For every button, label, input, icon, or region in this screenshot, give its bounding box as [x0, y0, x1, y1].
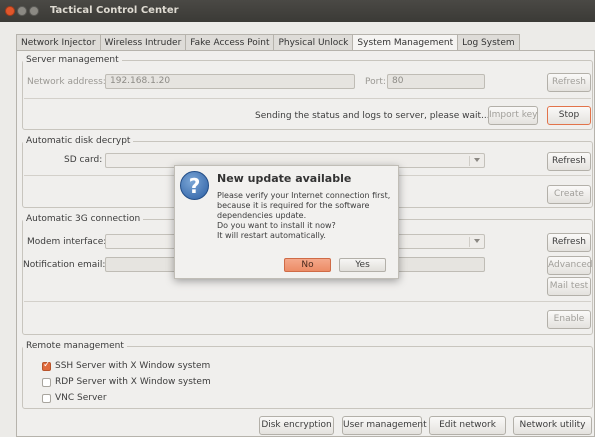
dialog-line: Do you want to install it now?: [217, 221, 336, 230]
maximize-window-icon[interactable]: [29, 6, 39, 16]
advanced-button[interactable]: Advanced: [547, 256, 592, 275]
enable-button[interactable]: Enable: [547, 310, 591, 329]
port-input[interactable]: 80: [387, 74, 485, 89]
remote-management-legend: Remote management: [26, 341, 124, 351]
ssh-server-checkbox[interactable]: [42, 360, 51, 371]
chevron-down-icon: [474, 239, 480, 243]
server-management-legend: Server management: [26, 55, 119, 65]
update-dialog: ? New update available Please verify you…: [174, 165, 399, 279]
dialog-line: because it is required for the software: [217, 201, 370, 210]
create-button[interactable]: Create: [547, 185, 591, 204]
divider: [24, 98, 591, 99]
tab-bar: Network Injector Wireless Intruder Fake …: [16, 34, 520, 52]
no-button[interactable]: No: [284, 258, 331, 272]
disk-encryption-button[interactable]: Disk encryption: [259, 416, 334, 435]
disk-decrypt-legend: Automatic disk decrypt: [26, 136, 131, 146]
minimize-window-icon[interactable]: [17, 6, 27, 16]
tab-network-injector[interactable]: Network Injector: [16, 34, 101, 51]
edit-network-button[interactable]: Edit network: [429, 416, 506, 435]
divider: [24, 301, 591, 302]
chevron-down-icon: [474, 158, 480, 162]
dialog-message: Please verify your Internet connection f…: [217, 191, 395, 241]
tab-wireless-intruder[interactable]: Wireless Intruder: [99, 34, 187, 51]
mail-test-button[interactable]: Mail test: [547, 277, 591, 296]
notification-email-label: Notification email:: [23, 260, 106, 270]
3g-connection-legend: Automatic 3G connection: [26, 214, 141, 224]
close-window-icon[interactable]: [5, 6, 15, 16]
dialog-title: New update available: [217, 172, 352, 185]
dialog-line: Please verify your Internet connection f…: [217, 191, 391, 200]
question-icon: ?: [180, 171, 209, 200]
network-address-label: Network address:: [27, 77, 106, 87]
modem-interface-label: Modem interface:: [27, 237, 107, 247]
dialog-line: It will restart automatically.: [217, 231, 326, 240]
network-address-input[interactable]: 192.168.1.20: [105, 74, 355, 89]
port-label: Port:: [365, 77, 386, 87]
remote-management-group: Remote management: [22, 341, 593, 409]
stop-button[interactable]: Stop: [547, 106, 591, 125]
tab-physical-unlock[interactable]: Physical Unlock: [273, 34, 354, 51]
window-title: Tactical Control Center: [50, 5, 179, 16]
tab-fake-access-point[interactable]: Fake Access Point: [185, 34, 275, 51]
server-refresh-button[interactable]: Refresh: [547, 73, 591, 92]
dialog-line: dependencies update.: [217, 211, 307, 220]
title-bar: Tactical Control Center: [0, 0, 595, 22]
ssh-server-label: SSH Server with X Window system: [55, 361, 211, 371]
vnc-server-label: VNC Server: [55, 393, 107, 403]
rdp-server-label: RDP Server with X Window system: [55, 377, 211, 387]
user-management-button[interactable]: User management: [342, 416, 427, 435]
tab-log-system[interactable]: Log System: [457, 34, 520, 51]
yes-button[interactable]: Yes: [339, 258, 386, 272]
vnc-server-checkbox[interactable]: [42, 394, 51, 403]
disk-refresh-button[interactable]: Refresh: [547, 152, 591, 171]
3g-refresh-button[interactable]: Refresh: [547, 233, 591, 252]
sd-card-label: SD card:: [64, 155, 103, 165]
import-key-button[interactable]: Import key: [488, 106, 538, 125]
server-status-text: Sending the status and logs to server, p…: [255, 111, 490, 121]
rdp-server-checkbox[interactable]: [42, 378, 51, 387]
network-utility-button[interactable]: Network utility: [513, 416, 592, 435]
